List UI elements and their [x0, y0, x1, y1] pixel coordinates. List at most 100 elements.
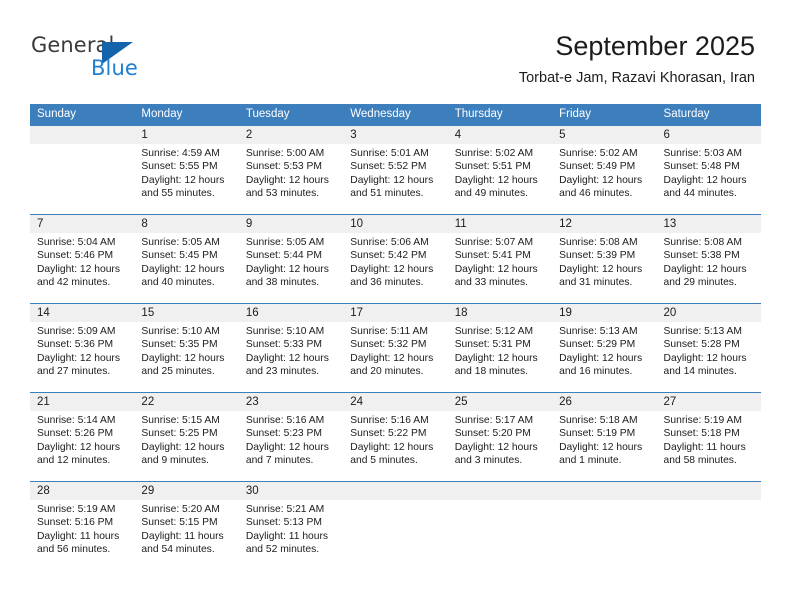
- day-cell[interactable]: 30 Sunrise: 5:21 AM Sunset: 5:13 PM Dayl…: [238, 482, 344, 570]
- logo-text-blue: Blue: [91, 56, 138, 80]
- day-number: 28: [37, 485, 50, 497]
- day-info: Sunrise: 5:10 AM Sunset: 5:35 PM Dayligh…: [134, 322, 238, 379]
- day-number-band: 29: [134, 482, 239, 500]
- sunrise-text: Sunrise: 4:59 AM: [141, 148, 220, 159]
- day-number: 7: [37, 218, 44, 230]
- day-number-band: 20: [656, 304, 761, 322]
- day-number-band: 21: [30, 393, 135, 411]
- day-cell[interactable]: 18 Sunrise: 5:12 AM Sunset: 5:31 PM Dayl…: [447, 304, 553, 392]
- daylight-text: Daylight: 12 hours and 44 minutes.: [663, 174, 747, 200]
- daylight-text: Daylight: 12 hours and 42 minutes.: [37, 263, 120, 289]
- daylight-text: Daylight: 12 hours and 16 minutes.: [559, 352, 643, 378]
- day-cell[interactable]: 29 Sunrise: 5:20 AM Sunset: 5:15 PM Dayl…: [134, 482, 239, 570]
- daylight-text: Daylight: 12 hours and 53 minutes.: [245, 174, 329, 200]
- sunrise-text: Sunrise: 5:00 AM: [245, 148, 325, 159]
- day-info: Sunrise: 5:02 AM Sunset: 5:51 PM Dayligh…: [448, 144, 552, 201]
- day-info: Sunrise: 5:18 AM Sunset: 5:19 PM Dayligh…: [552, 411, 656, 468]
- daylight-text: Daylight: 12 hours and 12 minutes.: [37, 441, 120, 467]
- day-info: Sunrise: 5:09 AM Sunset: 5:36 PM Dayligh…: [30, 322, 134, 379]
- sunrise-text: Sunrise: 5:07 AM: [454, 237, 534, 248]
- day-cell[interactable]: [447, 482, 553, 570]
- day-number: 24: [350, 396, 364, 408]
- day-info: Sunrise: 5:05 AM Sunset: 5:45 PM Dayligh…: [134, 233, 238, 290]
- daylight-text: Daylight: 12 hours and 31 minutes.: [559, 263, 643, 289]
- sunset-text: Sunset: 5:31 PM: [454, 339, 531, 351]
- day-cell[interactable]: 15 Sunrise: 5:10 AM Sunset: 5:35 PM Dayl…: [134, 304, 239, 392]
- day-info: Sunrise: 5:13 AM Sunset: 5:28 PM Dayligh…: [657, 322, 761, 379]
- sunrise-text: Sunrise: 5:02 AM: [454, 148, 534, 159]
- day-cell[interactable]: 14 Sunrise: 5:09 AM Sunset: 5:36 PM Dayl…: [30, 304, 135, 392]
- day-number: 23: [245, 396, 259, 408]
- sunset-text: Sunset: 5:51 PM: [454, 161, 531, 173]
- day-cell[interactable]: 3 Sunrise: 5:01 AM Sunset: 5:52 PM Dayli…: [343, 126, 448, 214]
- day-number: 16: [245, 307, 259, 319]
- day-cell[interactable]: 13 Sunrise: 5:08 AM Sunset: 5:38 PM Dayl…: [656, 215, 761, 303]
- day-cell[interactable]: [552, 482, 657, 570]
- day-cell[interactable]: 8 Sunrise: 5:05 AM Sunset: 5:45 PM Dayli…: [134, 215, 239, 303]
- day-cell[interactable]: 25 Sunrise: 5:17 AM Sunset: 5:20 PM Dayl…: [447, 393, 553, 481]
- general-blue-logo[interactable]: General Blue: [31, 33, 231, 87]
- daylight-text: Daylight: 12 hours and 1 minute.: [559, 441, 643, 467]
- day-cell[interactable]: 27 Sunrise: 5:19 AM Sunset: 5:18 PM Dayl…: [656, 393, 761, 481]
- day-info: [343, 500, 447, 503]
- day-cell[interactable]: 21 Sunrise: 5:14 AM Sunset: 5:26 PM Dayl…: [30, 393, 135, 481]
- weekday-header-wednesday: Wednesday: [350, 108, 411, 120]
- day-cell[interactable]: 28 Sunrise: 5:19 AM Sunset: 5:16 PM Dayl…: [30, 482, 135, 570]
- daylight-text: Daylight: 12 hours and 18 minutes.: [454, 352, 538, 378]
- day-cell[interactable]: 22 Sunrise: 5:15 AM Sunset: 5:25 PM Dayl…: [134, 393, 239, 481]
- day-cell[interactable]: 12 Sunrise: 5:08 AM Sunset: 5:39 PM Dayl…: [552, 215, 657, 303]
- daylight-text: Daylight: 11 hours and 56 minutes.: [37, 530, 120, 556]
- sunrise-text: Sunrise: 5:14 AM: [37, 415, 116, 426]
- day-cell[interactable]: 23 Sunrise: 5:16 AM Sunset: 5:23 PM Dayl…: [238, 393, 344, 481]
- day-cell[interactable]: [656, 482, 761, 570]
- sunrise-text: Sunrise: 5:13 AM: [559, 326, 638, 337]
- day-cell[interactable]: 7 Sunrise: 5:04 AM Sunset: 5:46 PM Dayli…: [30, 215, 135, 303]
- day-cell[interactable]: 19 Sunrise: 5:13 AM Sunset: 5:29 PM Dayl…: [552, 304, 657, 392]
- day-cell[interactable]: 4 Sunrise: 5:02 AM Sunset: 5:51 PM Dayli…: [447, 126, 553, 214]
- sunset-text: Sunset: 5:36 PM: [37, 339, 114, 351]
- day-number: 25: [454, 396, 468, 408]
- sunset-text: Sunset: 5:32 PM: [350, 339, 427, 351]
- weekday-header-friday: Friday: [559, 108, 592, 120]
- day-number: 29: [141, 485, 155, 497]
- day-info: [552, 500, 656, 503]
- day-cell[interactable]: 24 Sunrise: 5:16 AM Sunset: 5:22 PM Dayl…: [343, 393, 448, 481]
- day-cell[interactable]: 17 Sunrise: 5:11 AM Sunset: 5:32 PM Dayl…: [343, 304, 448, 392]
- daylight-text: Daylight: 12 hours and 55 minutes.: [141, 174, 225, 200]
- day-cell[interactable]: 1 Sunrise: 4:59 AM Sunset: 5:55 PM Dayli…: [134, 126, 239, 214]
- day-number: 11: [454, 218, 467, 230]
- day-number-band: [552, 482, 657, 500]
- day-number-band: 10: [343, 215, 448, 233]
- week-row: 21 Sunrise: 5:14 AM Sunset: 5:26 PM Dayl…: [30, 392, 761, 481]
- day-number-band: 24: [343, 393, 448, 411]
- day-cell[interactable]: 20 Sunrise: 5:13 AM Sunset: 5:28 PM Dayl…: [656, 304, 761, 392]
- sunrise-text: Sunrise: 5:08 AM: [663, 237, 742, 248]
- sunset-text: Sunset: 5:48 PM: [663, 161, 740, 173]
- sunset-text: Sunset: 5:42 PM: [350, 250, 427, 262]
- day-cell[interactable]: 26 Sunrise: 5:18 AM Sunset: 5:19 PM Dayl…: [552, 393, 657, 481]
- day-info: Sunrise: 5:20 AM Sunset: 5:15 PM Dayligh…: [134, 500, 238, 557]
- day-cell[interactable]: 2 Sunrise: 5:00 AM Sunset: 5:53 PM Dayli…: [238, 126, 344, 214]
- day-cell[interactable]: 9 Sunrise: 5:05 AM Sunset: 5:44 PM Dayli…: [238, 215, 344, 303]
- day-number-band: 16: [238, 304, 344, 322]
- daylight-text: Daylight: 12 hours and 40 minutes.: [141, 263, 225, 289]
- day-cell[interactable]: [343, 482, 448, 570]
- day-info: Sunrise: 5:21 AM Sunset: 5:13 PM Dayligh…: [239, 500, 343, 557]
- day-number: 4: [454, 129, 462, 141]
- day-cell[interactable]: 6 Sunrise: 5:03 AM Sunset: 5:48 PM Dayli…: [656, 126, 761, 214]
- day-number: 10: [350, 218, 364, 230]
- day-cell[interactable]: 11 Sunrise: 5:07 AM Sunset: 5:41 PM Dayl…: [447, 215, 553, 303]
- day-number: 15: [141, 307, 155, 319]
- day-number: 21: [37, 396, 50, 408]
- day-cell[interactable]: 5 Sunrise: 5:02 AM Sunset: 5:49 PM Dayli…: [552, 126, 657, 214]
- day-cell[interactable]: 16 Sunrise: 5:10 AM Sunset: 5:33 PM Dayl…: [238, 304, 344, 392]
- sunrise-text: Sunrise: 5:21 AM: [245, 504, 325, 515]
- day-cell[interactable]: 10 Sunrise: 5:06 AM Sunset: 5:42 PM Dayl…: [343, 215, 448, 303]
- day-number: 5: [559, 129, 566, 141]
- sunset-text: Sunset: 5:39 PM: [559, 250, 636, 262]
- day-number-band: 15: [134, 304, 239, 322]
- day-number-band: 8: [134, 215, 239, 233]
- day-number-band: [656, 482, 761, 500]
- day-cell[interactable]: [30, 126, 135, 214]
- sunrise-text: Sunrise: 5:04 AM: [37, 237, 116, 248]
